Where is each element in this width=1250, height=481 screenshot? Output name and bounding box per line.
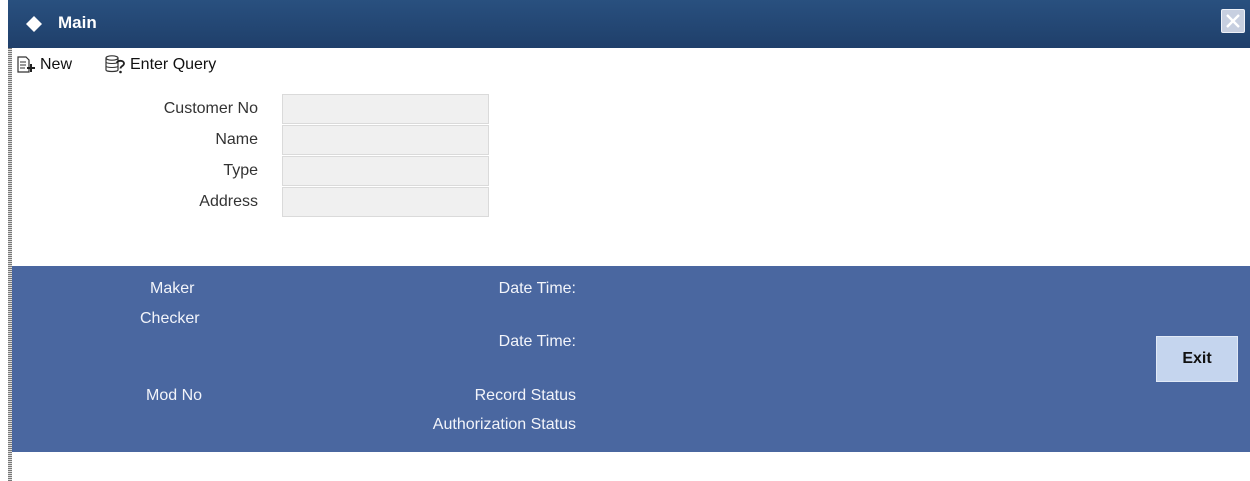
title-bar[interactable]: Main: [8, 0, 1250, 48]
authorization-status-label: Authorization Status: [432, 416, 576, 433]
audit-panel: Maker Checker Mod No Date Time: Date Tim…: [12, 266, 1250, 452]
query-icon: [105, 55, 125, 74]
type-input[interactable]: [282, 156, 489, 186]
close-button[interactable]: [1221, 9, 1245, 33]
new-document-icon: [17, 56, 35, 73]
address-input[interactable]: [282, 187, 489, 217]
maker-label: Maker: [150, 280, 195, 297]
name-input[interactable]: [282, 125, 489, 155]
enter-query-button[interactable]: Enter Query: [104, 52, 216, 78]
customer-no-input[interactable]: [282, 94, 489, 124]
exit-button[interactable]: Exit: [1156, 336, 1238, 382]
toolbar: New Enter Query: [12, 48, 1250, 82]
new-button-label: New: [40, 56, 73, 73]
diamond-icon: [26, 16, 42, 32]
record-status-label: Record Status: [474, 387, 576, 404]
mod-no-label: Mod No: [146, 387, 203, 404]
window-title: Main: [58, 13, 97, 32]
customer-no-label: Customer No: [163, 100, 258, 117]
checker-date-time-label: Date Time:: [498, 333, 576, 350]
enter-query-label: Enter Query: [130, 56, 217, 73]
maker-date-time-label: Date Time:: [498, 280, 576, 297]
customer-form: Customer No Name Type Address: [12, 82, 1250, 266]
close-icon: [1226, 14, 1240, 28]
name-label: Name: [215, 131, 258, 148]
type-label: Type: [223, 162, 258, 179]
main-window: Main New Enter Query Customer No Name Ty…: [0, 0, 1250, 481]
address-label: Address: [199, 193, 258, 210]
new-button[interactable]: New: [16, 52, 72, 78]
checker-label: Checker: [140, 310, 200, 327]
